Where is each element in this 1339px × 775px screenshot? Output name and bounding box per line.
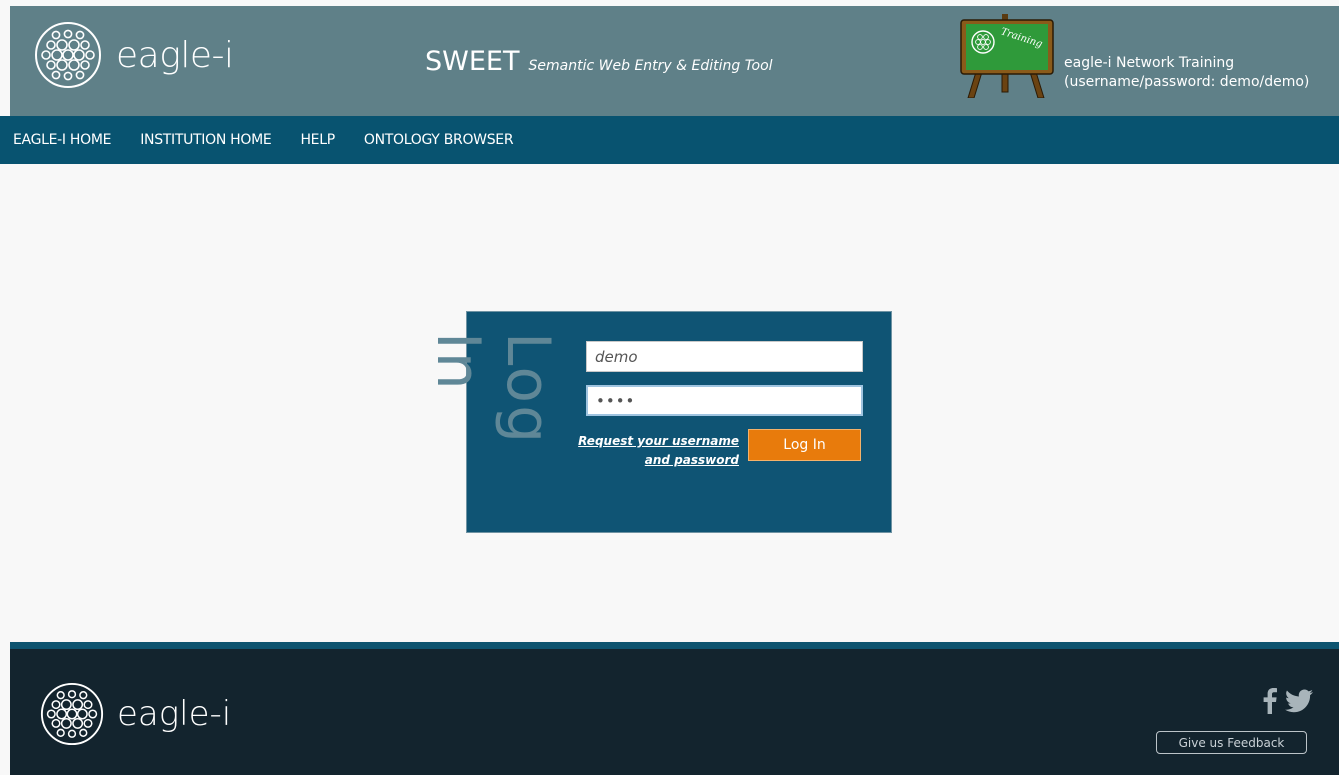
- header-logo[interactable]: eagle-i: [34, 21, 234, 89]
- app-title: SWEET Semantic Web Entry & Editing Tool: [425, 46, 773, 77]
- username-input[interactable]: [586, 341, 863, 372]
- footer-logo[interactable]: eagle-i: [40, 682, 231, 746]
- nav-institution-home[interactable]: INSTITUTION HOME: [127, 132, 287, 148]
- app-name: SWEET: [425, 46, 520, 77]
- login-vertical-title: Log In: [423, 332, 563, 446]
- nav-eagle-i-home[interactable]: EAGLE-I HOME: [0, 132, 127, 148]
- facebook-icon[interactable]: [1263, 688, 1277, 714]
- login-panel: Log In Request your username and passwor…: [423, 312, 891, 532]
- site-footer: eagle-i Give us Feedback: [10, 642, 1339, 775]
- header-brand-text: eagle-i: [116, 34, 234, 76]
- eagle-i-logo-icon: [40, 682, 104, 746]
- password-input[interactable]: [586, 385, 863, 416]
- training-info: eagle-i Network Training (username/passw…: [1064, 54, 1309, 92]
- twitter-icon[interactable]: [1285, 689, 1313, 713]
- request-credentials-link[interactable]: Request your username and password: [571, 432, 739, 470]
- main-nav: EAGLE-I HOME INSTITUTION HOME HELP ONTOL…: [0, 116, 1339, 164]
- nav-ontology-browser[interactable]: ONTOLOGY BROWSER: [351, 132, 529, 148]
- training-credentials: (username/password: demo/demo): [1064, 74, 1310, 90]
- login-button[interactable]: Log In: [748, 429, 861, 461]
- eagle-i-logo-icon: [35, 22, 101, 88]
- footer-top-bar: [10, 642, 1339, 649]
- feedback-button[interactable]: Give us Feedback: [1156, 731, 1307, 754]
- footer-brand-text: eagle-i: [117, 694, 232, 734]
- social-links: [1263, 688, 1313, 714]
- app-subtitle: Semantic Web Entry & Editing Tool: [528, 58, 773, 74]
- nav-help[interactable]: HELP: [287, 132, 350, 148]
- training-easel-icon: Training: [960, 14, 1054, 98]
- site-header: eagle-i SWEET Semantic Web Entry & Editi…: [10, 6, 1339, 116]
- training-title: eagle-i Network Training: [1064, 55, 1235, 71]
